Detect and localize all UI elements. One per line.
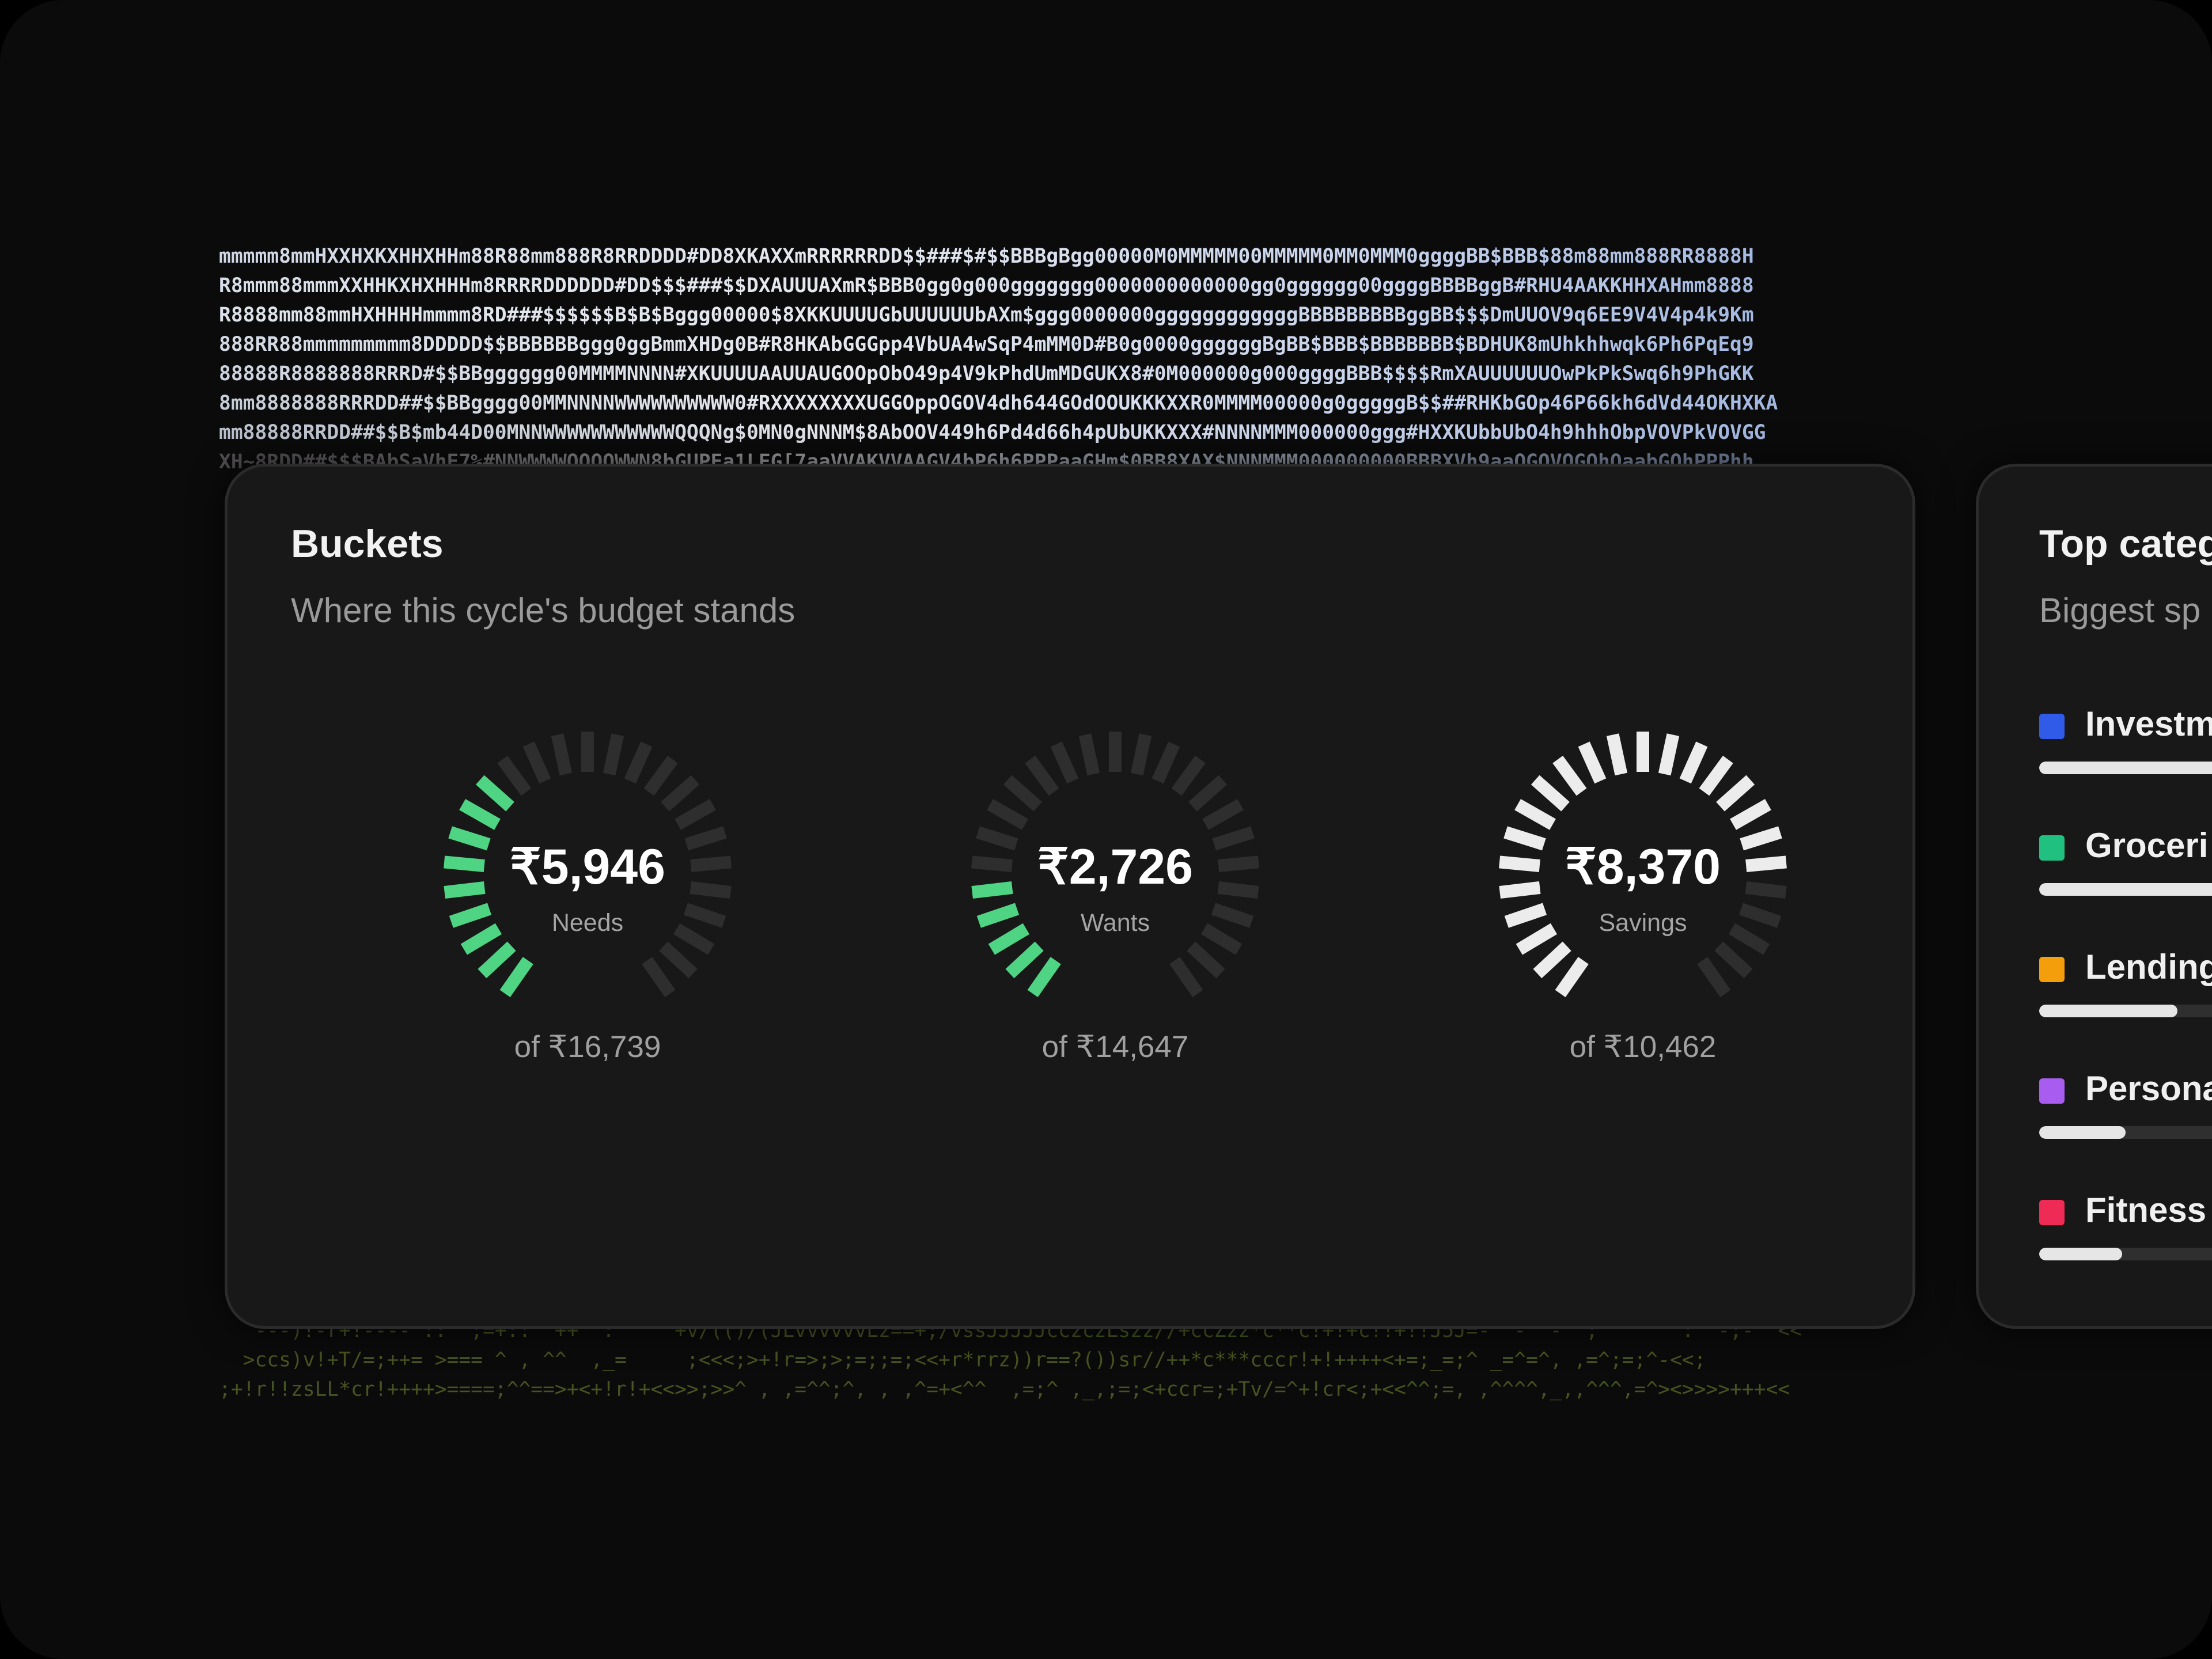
gauge-tick bbox=[475, 775, 514, 812]
ascii-line: R8mmm88mmmXXHHKXHXHHHm8RRRRDDDDDD#DD$$$#… bbox=[219, 271, 1990, 301]
category-item-investments[interactable]: Investm bbox=[2039, 704, 2212, 778]
gauge-tick bbox=[987, 799, 1028, 830]
category-name: Fitness bbox=[2085, 1191, 2207, 1229]
ascii-line: ;+!r!!zsLL*cr!++++>====;^^==>+<+!r!+<<>>… bbox=[219, 1378, 1790, 1401]
category-bar-fill bbox=[2039, 762, 2212, 774]
category-bar-fill bbox=[2039, 1126, 2126, 1139]
top-categories-subtitle: Biggest sp bbox=[2039, 591, 2201, 630]
gauge-tick bbox=[1202, 799, 1244, 830]
gauge-tick bbox=[1699, 755, 1733, 796]
gauge-tick bbox=[459, 799, 501, 830]
gauge-label: Needs bbox=[551, 909, 624, 937]
ascii-line: 888RR88mmmmmmmmm8DDDDD$$BBBBBBggg0ggBmmX… bbox=[219, 330, 1990, 359]
gauge-tick bbox=[1171, 755, 1206, 796]
gauge-tick bbox=[1606, 733, 1628, 776]
gauge-tick bbox=[1514, 799, 1556, 830]
gauge-tick bbox=[1078, 733, 1100, 776]
category-bar-track bbox=[2039, 883, 2212, 896]
category-bar-track bbox=[2039, 1248, 2212, 1260]
gauge-tick bbox=[1050, 741, 1079, 784]
gauge-total: of ₹10,462 bbox=[1569, 1030, 1717, 1064]
gauge-amount: ₹8,370 bbox=[1565, 839, 1721, 895]
gauge-tick bbox=[1003, 775, 1042, 812]
gauge-tick bbox=[1714, 941, 1753, 979]
gauge-tick bbox=[603, 733, 624, 776]
gauge-tick bbox=[522, 741, 551, 784]
gauge-tick bbox=[551, 733, 573, 776]
ascii-line: 8mm8888888RRRDD##$$BBgggg00MMNNNNWWWWWWW… bbox=[219, 389, 1990, 418]
gauge-label: Wants bbox=[1080, 909, 1150, 937]
gauge-tick bbox=[497, 755, 532, 796]
category-item-lending[interactable]: Lending bbox=[2039, 948, 2212, 1021]
gauge-tick bbox=[1152, 741, 1180, 784]
gauge-tick bbox=[1578, 741, 1607, 784]
gauge-tick bbox=[478, 941, 516, 979]
gauge-tick bbox=[1005, 941, 1044, 979]
gauge-tick bbox=[1730, 799, 1771, 830]
category-item-fitness[interactable]: Fitness bbox=[2039, 1191, 2212, 1264]
gauge-tick bbox=[1552, 755, 1587, 796]
app-window: mmmmm8mmHXXHXKXHHXHHm88R88mm888R8RRDDDD#… bbox=[0, 0, 2212, 1659]
category-bar-fill bbox=[2039, 1248, 2122, 1260]
gauge-tick bbox=[1658, 733, 1680, 776]
buckets-title: Buckets bbox=[291, 522, 444, 566]
ascii-line: >ccs)v!+T/=;++= >=== ^ , ^^ ,_= ;<<<;>+!… bbox=[219, 1349, 1706, 1372]
category-color-swatch bbox=[2039, 714, 2065, 739]
gauge-wants[interactable]: ₹2,726 Wants of ₹14,647 bbox=[931, 729, 1300, 1064]
category-name: Persona bbox=[2085, 1069, 2212, 1108]
gauge-tick bbox=[1169, 957, 1203, 998]
category-color-swatch bbox=[2039, 1078, 2065, 1104]
gauge-tick bbox=[499, 957, 533, 998]
category-bar-track bbox=[2039, 1126, 2212, 1139]
category-bar-track bbox=[2039, 1005, 2212, 1017]
gauge-label: Savings bbox=[1599, 909, 1687, 937]
gauge-tick bbox=[1716, 775, 1755, 812]
gauge-tick bbox=[1531, 775, 1570, 812]
gauge-tick bbox=[1188, 775, 1228, 812]
gauge-tick bbox=[643, 755, 678, 796]
ascii-art-top: mmmmm8mmHXXHXKXHHXHHm88R88mm888R8RRDDDD#… bbox=[219, 242, 1990, 477]
buckets-subtitle: Where this cycle's budget stands bbox=[291, 591, 796, 630]
gauge-amount: ₹2,726 bbox=[1037, 839, 1193, 895]
category-bar-track bbox=[2039, 762, 2212, 774]
category-bar-fill bbox=[2039, 1005, 2177, 1017]
gauge-savings[interactable]: ₹8,370 Savings of ₹10,462 bbox=[1459, 729, 1827, 1064]
ascii-art-bottom: ---)!-r+!---- :: ;=+:: ++ : +v/(()/(JLvv… bbox=[219, 1316, 1990, 1404]
gauge-tick bbox=[642, 957, 676, 998]
gauge-total: of ₹14,647 bbox=[1041, 1030, 1189, 1064]
gauge-amount: ₹5,946 bbox=[510, 839, 665, 895]
top-categories-title: Top categ bbox=[2039, 522, 2212, 566]
gauge-tick bbox=[1025, 755, 1059, 796]
buckets-card: Buckets Where this cycle's budget stands… bbox=[225, 464, 1915, 1329]
gauge-tick bbox=[1555, 957, 1589, 998]
category-color-swatch bbox=[2039, 835, 2065, 861]
category-item-groceries[interactable]: Groceri bbox=[2039, 826, 2212, 899]
gauge-tick bbox=[1697, 957, 1731, 998]
top-categories-card: Top categ Biggest sp Investm Groceri Len… bbox=[1976, 464, 2212, 1329]
gauge-tick bbox=[675, 799, 716, 830]
gauge-tick bbox=[661, 775, 700, 812]
gauge-tick bbox=[1130, 733, 1152, 776]
gauge-tick bbox=[1533, 941, 1571, 979]
category-name: Groceri bbox=[2085, 826, 2209, 865]
gauge-needs[interactable]: ₹5,946 Needs of ₹16,739 bbox=[403, 729, 772, 1064]
ascii-line: mm88888RRDD##$$B$mb44D00MNNWWWWWWWWWWWQQ… bbox=[219, 418, 1990, 448]
gauge-tick bbox=[1187, 941, 1225, 979]
ascii-line: mmmmm8mmHXXHXKXHHXHHm88R88mm888R8RRDDDD#… bbox=[219, 242, 1990, 271]
category-color-swatch bbox=[2039, 957, 2065, 982]
gauge-tick bbox=[659, 941, 698, 979]
category-name: Investm bbox=[2085, 704, 2212, 743]
category-bar-fill bbox=[2039, 883, 2212, 896]
category-item-personal[interactable]: Persona bbox=[2039, 1069, 2212, 1142]
ascii-line: R8888mm88mmHXHHHHmmmm8RD###$$$$$$B$B$Bgg… bbox=[219, 301, 1990, 330]
gauge-tick bbox=[1027, 957, 1061, 998]
category-color-swatch bbox=[2039, 1200, 2065, 1225]
gauge-tick bbox=[1679, 741, 1708, 784]
gauge-tick bbox=[624, 741, 653, 784]
gauge-total: of ₹16,739 bbox=[514, 1030, 661, 1064]
category-name: Lending bbox=[2085, 948, 2212, 986]
ascii-line: 88888R8888888RRRD#$$BBgggggg00MMMMNNNN#X… bbox=[219, 359, 1990, 389]
